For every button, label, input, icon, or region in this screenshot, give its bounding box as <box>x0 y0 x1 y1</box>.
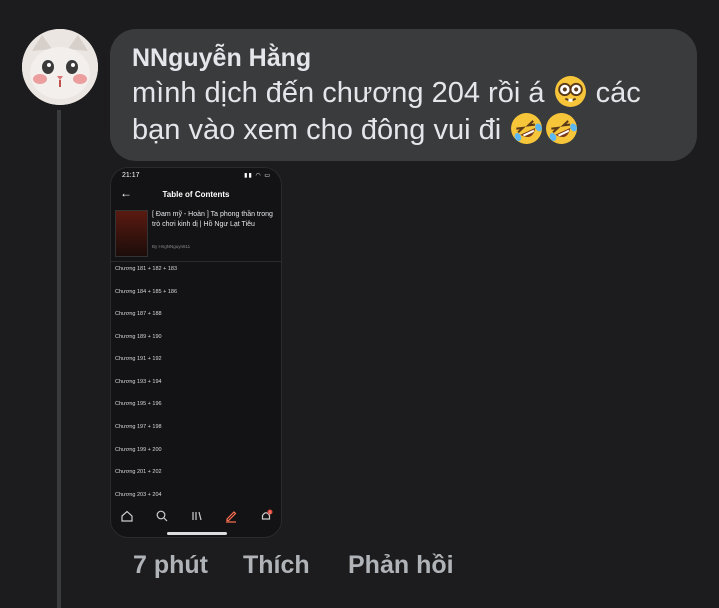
reply-button[interactable]: Phản hồi <box>348 551 454 580</box>
toc-title: Table of Contents <box>162 190 230 199</box>
signal-wifi-battery-icon: ▮▮ ◠ ▭ <box>244 173 271 179</box>
chapter-item: Chương 203 + 204 <box>115 492 162 498</box>
write-icon <box>226 511 237 523</box>
toc-header: ← Table of Contents <box>111 184 281 206</box>
comment-text-line1: mình dịch đến chương 204 rồi á <box>132 77 545 109</box>
chapter-item: Chương 197 + 198 <box>115 424 162 430</box>
divider <box>111 261 281 262</box>
notification-count: 1 <box>269 510 271 514</box>
bottom-nav: 1 <box>111 503 281 529</box>
chapter-item: Chương 184 + 185 + 186 <box>115 289 178 295</box>
comment-text: mình dịch đến chương 204 rồi á các bạn v… <box>132 75 675 149</box>
library-icon <box>192 511 202 521</box>
book-cover <box>115 210 148 257</box>
chapter-item: Chương 195 + 196 <box>115 401 162 407</box>
book-title: [ Đam mỹ - Hoàn ] Ta phong thần trong tr… <box>152 211 273 228</box>
thread-line <box>57 110 61 608</box>
chapter-item: Chương 193 + 194 <box>115 379 162 385</box>
comment-text-line1-tail: các <box>595 77 641 109</box>
rofl-emoji-icon <box>511 113 543 144</box>
avatar[interactable] <box>22 29 98 105</box>
comment-text-line2: bạn vào xem cho đông vui đi <box>132 114 502 146</box>
comment-bubble: NNguyễn Hằng mình dịch đến chương 204 rồ… <box>110 29 697 161</box>
book-author: By HngNNguyn611 <box>152 244 191 249</box>
chapter-item: Chương 199 + 200 <box>115 447 162 453</box>
status-time: 21:17 <box>122 172 140 179</box>
search-icon <box>156 510 168 522</box>
attached-screenshot[interactable]: 21:17 ▮▮ ◠ ▭ ← Table of Contents [ Đam m… <box>110 167 282 538</box>
home-icon <box>121 510 133 522</box>
comment-time[interactable]: 7 phút <box>133 551 208 580</box>
home-indicator <box>167 532 227 535</box>
like-button[interactable]: Thích <box>243 551 310 580</box>
chapter-item: Chương 187 + 188 <box>115 311 162 317</box>
status-bar: 21:17 ▮▮ ◠ ▭ <box>111 168 281 184</box>
nerd-face-emoji-icon <box>554 76 586 107</box>
chapter-item: Chương 191 + 192 <box>115 356 162 362</box>
cat-avatar-icon <box>22 29 98 105</box>
chapter-item: Chương 201 + 202 <box>115 469 162 475</box>
bell-icon: 1 <box>261 509 273 520</box>
chapter-item: Chương 189 + 190 <box>115 334 162 340</box>
chapter-item: Chương 181 + 182 + 183 <box>115 266 178 272</box>
rofl-emoji-icon <box>546 113 578 144</box>
comment-author[interactable]: NNguyễn Hằng <box>132 43 675 73</box>
